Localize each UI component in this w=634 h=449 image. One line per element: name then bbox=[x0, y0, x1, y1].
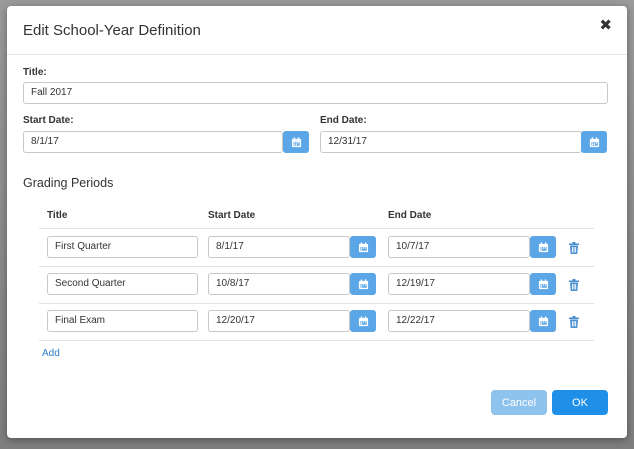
row-divider bbox=[39, 266, 594, 267]
calendar-icon[interactable] bbox=[530, 310, 556, 332]
title-input[interactable]: Fall 2017 bbox=[23, 82, 608, 104]
trash-icon[interactable] bbox=[569, 315, 579, 333]
trash-icon[interactable] bbox=[569, 241, 579, 259]
dialog-header: Edit School-Year Definition ✖ bbox=[7, 6, 627, 55]
column-header-end-date: End Date bbox=[388, 210, 432, 221]
add-grading-period-link[interactable]: Add bbox=[42, 348, 60, 359]
calendar-icon[interactable] bbox=[530, 236, 556, 258]
period-title-input[interactable]: Final Exam bbox=[47, 310, 198, 332]
period-start-input[interactable]: 10/8/17 bbox=[208, 273, 350, 295]
calendar-icon[interactable] bbox=[530, 273, 556, 295]
calendar-icon[interactable] bbox=[581, 131, 607, 153]
end-date-input[interactable]: 12/31/17 bbox=[320, 131, 582, 153]
ok-button[interactable]: OK bbox=[552, 390, 608, 415]
calendar-icon[interactable] bbox=[283, 131, 309, 153]
period-end-input[interactable]: 10/7/17 bbox=[388, 236, 530, 258]
calendar-icon[interactable] bbox=[350, 273, 376, 295]
period-title-input[interactable]: Second Quarter bbox=[47, 273, 198, 295]
period-end-input[interactable]: 12/22/17 bbox=[388, 310, 530, 332]
edit-school-year-dialog: Edit School-Year Definition ✖ Title: Fal… bbox=[7, 6, 627, 438]
row-divider bbox=[39, 340, 594, 341]
period-end-input[interactable]: 12/19/17 bbox=[388, 273, 530, 295]
start-date-input[interactable]: 8/1/17 bbox=[23, 131, 283, 153]
period-title-input[interactable]: First Quarter bbox=[47, 236, 198, 258]
start-date-label: Start Date: bbox=[23, 115, 74, 126]
grading-periods-title: Grading Periods bbox=[23, 176, 114, 190]
period-start-input[interactable]: 12/20/17 bbox=[208, 310, 350, 332]
calendar-icon[interactable] bbox=[350, 236, 376, 258]
row-divider bbox=[39, 303, 594, 304]
calendar-icon[interactable] bbox=[350, 310, 376, 332]
period-start-input[interactable]: 8/1/17 bbox=[208, 236, 350, 258]
column-header-start-date: Start Date bbox=[208, 210, 256, 221]
title-label: Title: bbox=[23, 67, 47, 78]
trash-icon[interactable] bbox=[569, 278, 579, 296]
dialog-title: Edit School-Year Definition bbox=[23, 22, 201, 39]
table-header-divider bbox=[39, 228, 594, 229]
column-header-title: Title bbox=[47, 210, 68, 221]
cancel-button[interactable]: Cancel bbox=[491, 390, 547, 415]
close-icon[interactable]: ✖ bbox=[599, 18, 612, 34]
end-date-label: End Date: bbox=[320, 115, 367, 126]
